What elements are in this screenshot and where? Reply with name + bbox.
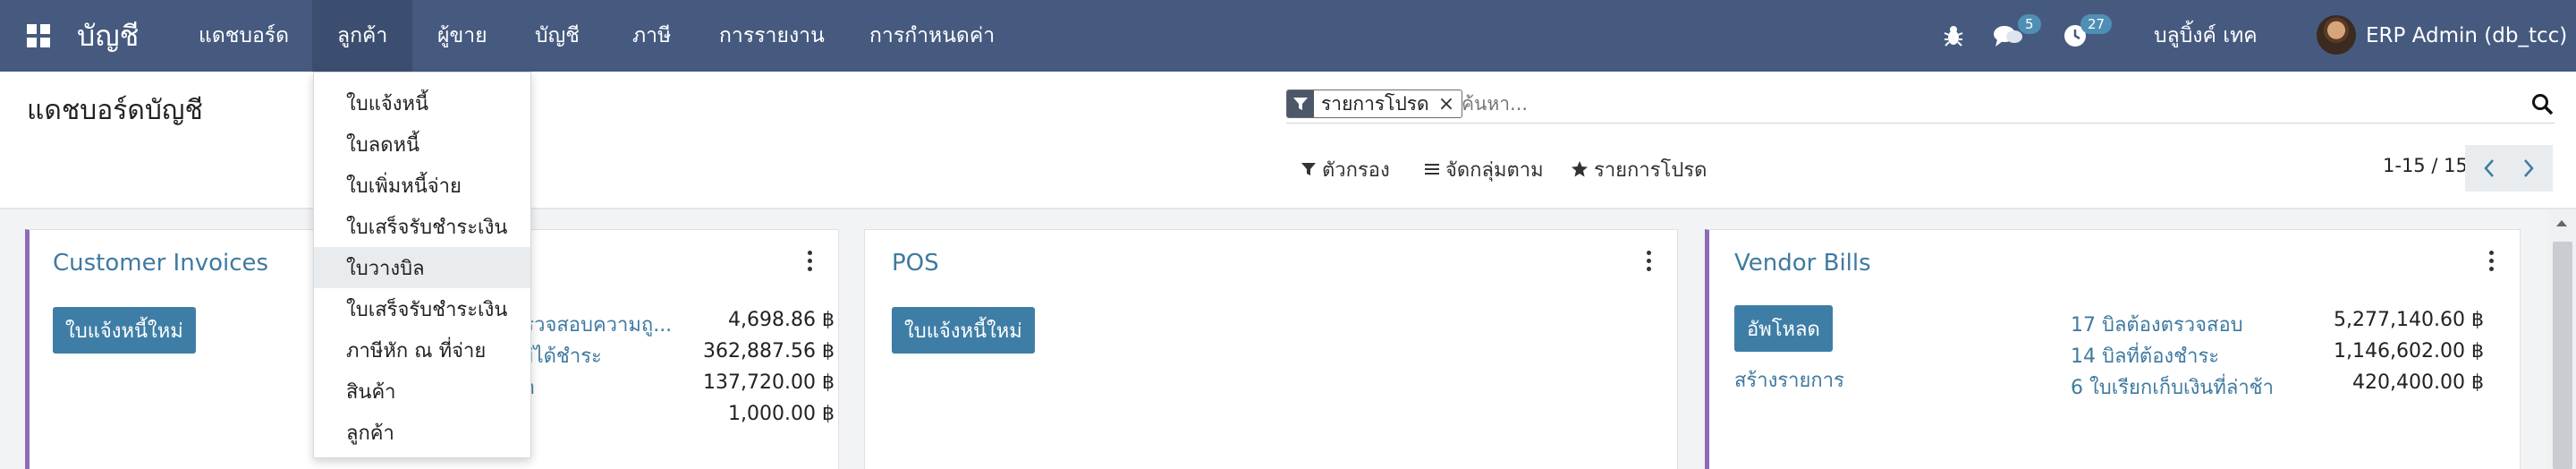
late-bills-amount: 420,400.00 ฿ [2352, 371, 2484, 394]
kebab-menu-icon[interactable] [2487, 248, 2496, 275]
bills-to-validate-link[interactable]: 17 บิลต้องตรวจสอบ [2071, 309, 2243, 340]
dropdown-item-invoices[interactable]: ใบแจ้งหนี้ [314, 82, 530, 124]
facet-label: รายการโปรด [1321, 92, 1429, 115]
menu-taxes[interactable]: ภาษี [632, 0, 671, 72]
vertical-scrollbar[interactable] [2547, 209, 2576, 469]
menu-vendors[interactable]: ผู้ขาย [437, 0, 487, 72]
kebab-menu-icon[interactable] [1644, 248, 1653, 275]
dropdown-item-payment-receipts[interactable]: ใบเสร็จรับชำระเงิน [314, 288, 530, 329]
apps-menu-icon[interactable] [25, 0, 54, 72]
favorites-button[interactable]: รายการโปรด [1571, 154, 1707, 184]
dropdown-item-debit-notes[interactable]: ใบเพิ่มหนี้จ่าย [314, 165, 530, 206]
menu-dashboard[interactable]: แดชบอร์ด [199, 0, 289, 72]
vendor-bills-card: Vendor Bills อัพโหลด สร้างรายการ 17 บิลต… [1705, 229, 2521, 469]
pos-card: POS ใบแจ้งหนี้ใหม่ [864, 229, 1678, 469]
customers-dropdown-menu: ใบแจ้งหนี้ ใบลดหนี้ ใบเพิ่มหนี้จ่าย ใบเส… [313, 72, 531, 458]
dropdown-item-billing-notes[interactable]: ใบวางบิล [314, 247, 530, 288]
card-title[interactable]: Vendor Bills [1734, 250, 1871, 277]
menu-reporting[interactable]: การรายงาน [719, 0, 825, 72]
top-navbar: บัญชี แดชบอร์ด ลูกค้า ผู้ขาย บัญชี ภาษี … [0, 0, 2576, 72]
dropdown-item-payments[interactable]: ใบเสร็จรับชำระเงิน [314, 206, 530, 247]
dropdown-item-customers[interactable]: ลูกค้า [314, 412, 530, 453]
to-validate-amount: 4,698.86 ฿ [728, 309, 835, 331]
late-amount: 137,720.00 ฿ [703, 371, 835, 394]
kebab-menu-icon[interactable] [805, 248, 814, 275]
unpaid-amount: 362,887.56 ฿ [703, 340, 835, 362]
bills-to-pay-amount: 1,146,602.00 ฿ [2334, 340, 2484, 362]
page-title: แดชบอร์ดบัญชี [27, 95, 203, 126]
filters-label: ตัวกรอง [1322, 158, 1390, 182]
chevron-right-icon [2524, 159, 2534, 177]
create-link[interactable]: สร้างรายการ [1734, 364, 1844, 396]
menu-configuration[interactable]: การกำหนดค่า [869, 0, 995, 72]
bills-to-pay-link[interactable]: 14 บิลที่ต้องชำระ [2071, 340, 2219, 371]
search-bar: รายการโปรด × [1286, 86, 2555, 124]
company-switcher[interactable]: บลูบิ้งค์ เทค [2154, 0, 2258, 72]
upload-button[interactable]: อัพโหลด [1734, 305, 1833, 352]
activities-clock-icon[interactable] [2063, 0, 2088, 72]
user-avatar[interactable] [2317, 15, 2356, 55]
dropdown-item-products[interactable]: สินค้า [314, 371, 530, 412]
bills-to-validate-amount: 5,277,140.60 ฿ [2334, 309, 2484, 331]
activities-count-badge: 27 [2080, 14, 2113, 34]
user-menu[interactable]: ERP Admin (db_tcc) [2366, 0, 2567, 72]
group-by-icon [1425, 164, 1439, 175]
dropdown-item-credit-notes[interactable]: ใบลดหนี้ [314, 124, 530, 165]
app-brand[interactable]: บัญชี [77, 0, 139, 72]
late-bills-link[interactable]: 6 ใบเรียกเก็บเงินที่ล่าช้า [2071, 371, 2274, 403]
pager-value[interactable]: 1-15 / 15 [2383, 155, 2468, 176]
filters-button[interactable]: ตัวกรอง [1301, 154, 1390, 184]
search-input[interactable] [1462, 90, 2463, 118]
pager-next-button[interactable] [2504, 145, 2553, 192]
dropdown-item-withholding-tax[interactable]: ภาษีหัก ณ ที่จ่าย [314, 329, 530, 371]
debug-bug-icon[interactable] [1941, 0, 1966, 72]
star-icon [1572, 161, 1588, 177]
favorites-label: รายการโปรด [1594, 158, 1707, 182]
card-title[interactable]: POS [892, 250, 939, 277]
new-invoice-button[interactable]: ใบแจ้งหนี้ใหม่ [892, 307, 1035, 354]
filter-facet-icon [1287, 90, 1314, 117]
search-facet: รายการโปรด × [1286, 90, 1463, 118]
scrollbar-thumb[interactable] [2553, 242, 2572, 469]
search-icon[interactable] [2531, 93, 2555, 116]
new-invoice-button[interactable]: ใบแจ้งหนี้ใหม่ [53, 307, 196, 354]
menu-customers[interactable]: ลูกค้า [312, 0, 413, 72]
messages-icon[interactable] [1993, 0, 2023, 72]
menu-accounting[interactable]: บัญชี [535, 0, 580, 72]
filter-icon [1301, 163, 1316, 175]
other-amount: 1,000.00 ฿ [728, 403, 835, 425]
messages-count-badge: 5 [2018, 14, 2041, 34]
to-validate-link[interactable]: ตรวจสอบความถู... [511, 309, 672, 340]
group-by-button[interactable]: จัดกลุ่มตาม [1424, 154, 1544, 184]
chevron-left-icon [2484, 159, 2494, 177]
facet-remove-icon[interactable]: × [1435, 90, 1462, 117]
card-title[interactable]: Customer Invoices [53, 250, 268, 277]
group-by-label: จัดกลุ่มตาม [1445, 158, 1544, 182]
scroll-up-icon[interactable] [2555, 218, 2568, 227]
